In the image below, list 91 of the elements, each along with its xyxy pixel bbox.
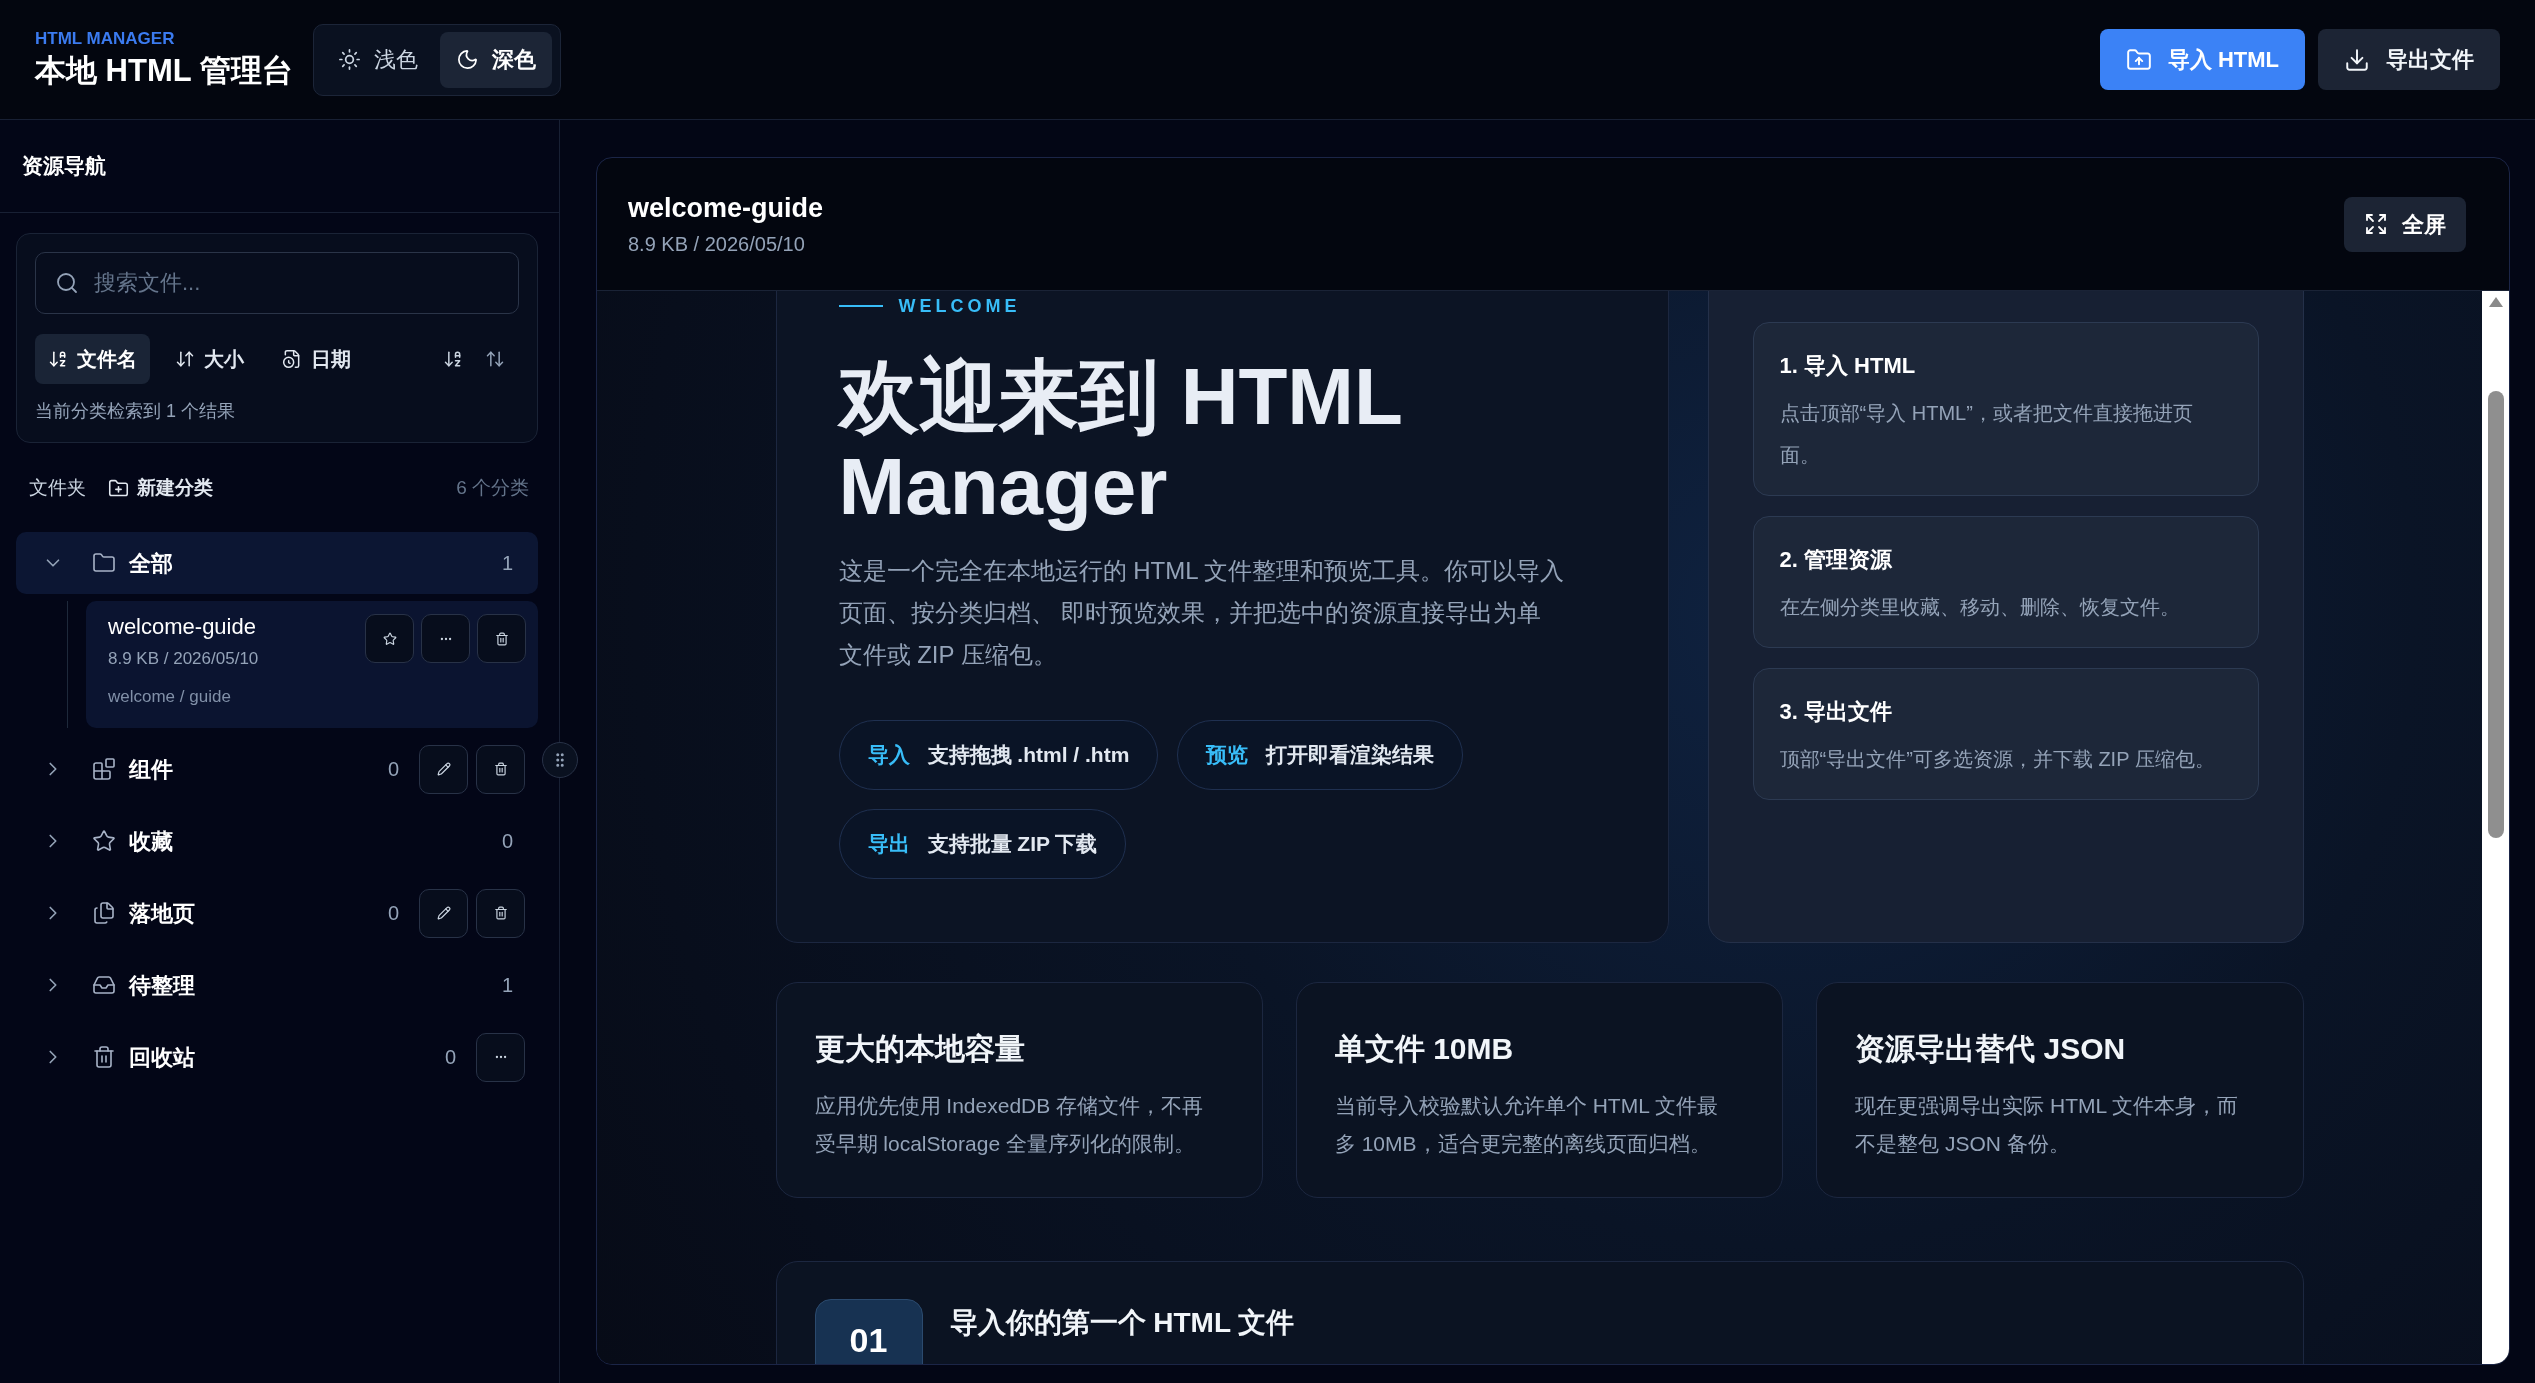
favorite-button[interactable] <box>365 614 414 663</box>
search-icon <box>55 271 79 295</box>
folder-item[interactable]: 落地页 0 <box>16 882 538 944</box>
file-clock-icon <box>282 349 302 369</box>
feature-text: 现在更强调导出实际 HTML 文件本身，而不是整包 JSON 备份。 <box>1855 1093 2240 1157</box>
pill-text: 支持拖拽 .html / .htm <box>927 742 1130 769</box>
file-meta: 8.9 KB / 2026/05/10 <box>108 648 259 670</box>
folder-item[interactable]: 收藏 0 <box>16 810 538 872</box>
new-category-button[interactable]: 新建分类 <box>108 473 213 503</box>
theme-button[interactable]: 深色 <box>439 31 552 88</box>
export-button[interactable]: 导出文件 <box>2318 29 2500 90</box>
pill-text: 打开即看渲染结果 <box>1266 742 1435 769</box>
trash-icon <box>493 906 508 920</box>
edit-button[interactable] <box>419 888 468 938</box>
delete-button[interactable] <box>476 744 525 794</box>
folders-label: 文件夹 <box>29 475 86 500</box>
folder-upload-icon <box>2125 46 2152 73</box>
folder-plus-icon <box>108 477 129 499</box>
hero-description: 这是一个完全在本地运行的 HTML 文件整理和预览工具。你可以导入页面、按分类归档、 即时预览效果，并把选中的资源直接导出为单文件或 ZIP 压缩包。 <box>838 556 1565 670</box>
delete-button[interactable] <box>477 614 526 663</box>
expand-icon <box>2364 212 2388 236</box>
sort-az-icon <box>48 349 68 369</box>
item-count: 0 <box>387 757 399 782</box>
scrollbar[interactable] <box>2482 291 2509 1364</box>
step-number: 01 <box>814 1299 923 1364</box>
eyebrow-label: WELCOME <box>898 294 1021 318</box>
step-text: 顶部“导出文件”可多选资源，并下载 ZIP 压缩包。 <box>1779 747 2216 772</box>
result-count-text: 当前分类检索到 1 个结果 <box>35 400 236 423</box>
trash-icon <box>494 631 509 646</box>
step-text: 在左侧分类里收藏、移动、删除、恢复文件。 <box>1779 595 2181 620</box>
sort-option[interactable]: 文件名 <box>35 334 150 384</box>
file-name: welcome-guide <box>108 613 257 641</box>
sort-option[interactable]: 日期 <box>269 334 364 384</box>
folder-item[interactable]: 全部 1 <box>16 532 538 594</box>
download-icon <box>2344 46 2370 73</box>
item-count: 1 <box>501 551 513 576</box>
folder-item[interactable]: 回收站 0 <box>16 1026 538 1088</box>
scrollbar-thumb[interactable] <box>2487 391 2504 838</box>
pencil-icon <box>436 762 451 776</box>
scroll-up-arrow-icon[interactable] <box>2488 297 2503 307</box>
item-count: 0 <box>501 829 513 854</box>
feature-text: 应用优先使用 IndexedDB 存储文件，不再受早期 localStorage 全量序列化的限制。 <box>814 1093 1205 1157</box>
section-title: 导入你的第一个 HTML 文件 <box>949 1306 1295 1340</box>
trash-icon <box>92 1045 116 1069</box>
sidebar-title: 资源导航 <box>22 153 106 180</box>
folder-icon <box>92 551 116 575</box>
sort-az-icon <box>443 349 463 369</box>
pill-text: 支持批量 ZIP 下载 <box>927 831 1098 858</box>
edit-button[interactable] <box>419 744 468 794</box>
item-count: 1 <box>501 973 513 998</box>
item-count: 0 <box>387 901 399 926</box>
feature-title: 更大的本地容量 <box>814 1031 1026 1067</box>
category-count: 6 个分类 <box>456 475 529 500</box>
delete-button[interactable] <box>476 888 525 938</box>
folder-item[interactable]: 组件 0 <box>16 738 538 800</box>
feature-text: 当前导入校验默认允许单个 HTML 文件最多 10MB，适合更完整的离线页面归档。 <box>1334 1093 1719 1157</box>
moon-icon <box>455 48 479 71</box>
file-card[interactable]: welcome-guide 8.9 KB / 2026/05/10 welcome / guide <box>86 601 538 728</box>
step-text: 点击顶部“导入 HTML”，或者把文件直接拖进页面。 <box>1779 401 2194 468</box>
fullscreen-button[interactable]: 全屏 <box>2344 196 2466 252</box>
pencil-icon <box>436 906 451 920</box>
pill-tag: 导出 <box>867 828 910 860</box>
feature-title: 资源导出替代 JSON <box>1855 1031 2127 1067</box>
sort-arrows-icon <box>175 349 195 369</box>
pill-tag: 预览 <box>1206 739 1249 771</box>
step-title: 2. 管理资源 <box>1779 546 1893 574</box>
files-icon <box>92 901 116 925</box>
step-title: 1. 导入 HTML <box>1779 352 1917 380</box>
pill-tag: 导入 <box>867 739 910 771</box>
feature-title: 单文件 10MB <box>1334 1031 1515 1067</box>
star-icon <box>382 631 397 646</box>
sort-option[interactable]: 大小 <box>162 334 257 384</box>
preview-title: welcome-guide <box>628 192 824 225</box>
file-path: welcome / guide <box>108 686 232 708</box>
resize-handle[interactable] <box>542 742 578 778</box>
item-count: 0 <box>444 1045 456 1070</box>
folder-item[interactable]: 待整理 1 <box>16 954 538 1016</box>
import-button[interactable]: 导入 HTML <box>2099 29 2305 90</box>
app-title: 本地 HTML 管理台 <box>35 51 293 90</box>
blocks-icon <box>92 757 116 781</box>
preview-meta: 8.9 KB / 2026/05/10 <box>628 232 806 257</box>
search-field[interactable]: 搜索文件... <box>35 252 519 314</box>
inbox-icon <box>92 973 116 997</box>
star-icon <box>92 829 116 853</box>
app-eyebrow: HTML MANAGER <box>35 27 176 50</box>
step-title: 3. 导出文件 <box>1779 698 1893 726</box>
sun-icon <box>337 48 361 71</box>
sort-arrows-icon <box>485 349 505 369</box>
hero-title: 欢迎来到 HTML Manager <box>838 352 1403 532</box>
trash-icon <box>493 762 508 776</box>
theme-button[interactable]: 浅色 <box>321 31 434 88</box>
